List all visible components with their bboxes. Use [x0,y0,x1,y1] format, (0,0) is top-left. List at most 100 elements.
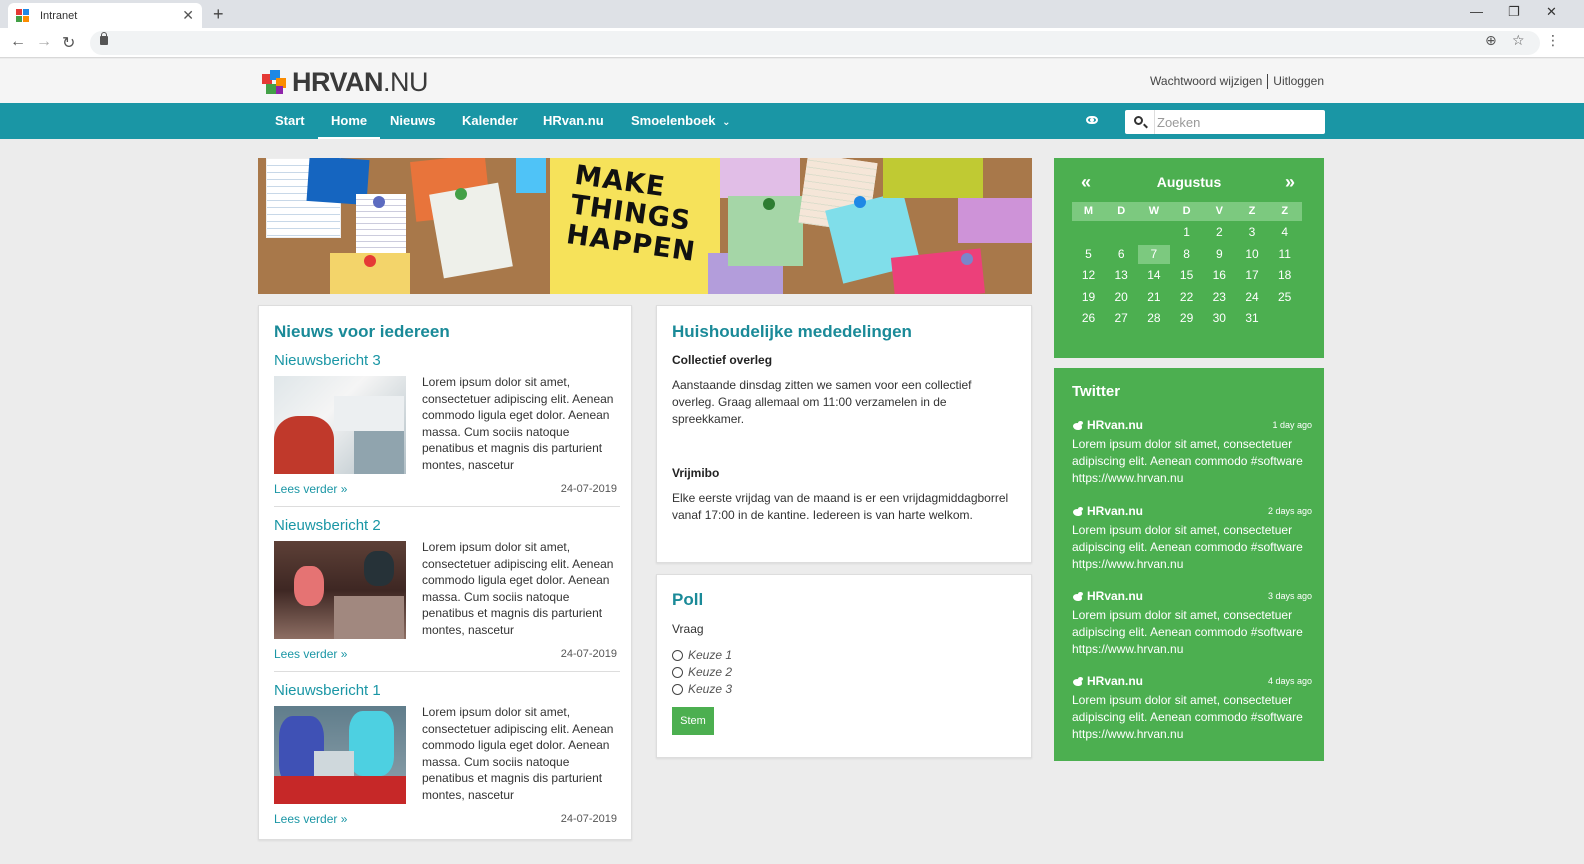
calendar-day[interactable]: 29 [1170,311,1203,325]
tweet-user[interactable]: HRvan.nu [1072,418,1143,432]
calendar-day[interactable]: 22 [1170,290,1203,304]
nav-home[interactable]: Home [318,103,381,139]
read-more-link[interactable]: Lees verder » [274,482,347,496]
calendar-weekday: M [1083,205,1094,217]
reload-icon[interactable]: ↻ [62,33,75,53]
poll-option-label: Keuze 3 [688,682,733,696]
calendar-day[interactable]: 6 [1105,247,1138,261]
calendar-day[interactable]: 24 [1236,290,1269,304]
calendar-weekday: V [1215,205,1223,217]
menu-icon[interactable]: ⋮ [1546,32,1560,49]
poll-option[interactable]: Keuze 3 [672,682,732,696]
tweet-text: Lorem ipsum dolor sit amet, consectetuer… [1072,608,1303,656]
restore-icon[interactable]: ❐ [1508,4,1520,20]
news-item-title[interactable]: Nieuwsbericht 3 [274,352,381,369]
zoom-icon[interactable]: ⊕ [1485,32,1497,49]
close-tab-icon[interactable]: ✕ [182,7,194,24]
address-bar[interactable] [90,31,1540,55]
banner-note [958,198,1032,243]
new-tab-icon[interactable]: + [213,4,224,25]
eye-icon[interactable] [1086,116,1098,124]
calendar-day[interactable]: 27 [1105,311,1138,325]
calendar-day[interactable]: 11 [1268,247,1301,261]
nav-kalender[interactable]: Kalender [462,103,518,139]
news-image[interactable] [274,706,406,804]
news-panel: Nieuws voor iedereen Nieuwsbericht 3 Lor… [258,305,632,840]
calendar-day[interactable]: 31 [1236,311,1269,325]
calendar-day[interactable]: 20 [1105,290,1138,304]
twitter-bird-icon [1072,676,1083,686]
read-more-link[interactable]: Lees verder » [274,812,347,826]
news-item-title[interactable]: Nieuwsbericht 1 [274,682,381,699]
radio-button[interactable] [672,649,683,661]
calendar-day[interactable]: 8 [1170,247,1203,261]
calendar-day[interactable]: 16 [1203,268,1236,282]
news-item-title[interactable]: Nieuwsbericht 2 [274,517,381,534]
nav-start[interactable]: Start [275,103,305,139]
nav-smoelenboek[interactable]: Smoelenboek ⌄ [631,103,731,139]
poll-title: Poll [672,590,704,609]
site-header: HRVAN.NU Wachtwoord wijzigen Uitloggen [0,59,1584,103]
poll-option[interactable]: Keuze 2 [672,665,732,679]
calendar-day[interactable]: 14 [1137,268,1170,282]
calendar-day[interactable]: 3 [1236,225,1269,239]
calendar-day[interactable]: 2 [1203,225,1236,239]
poll-panel: Poll Vraag Keuze 1 Keuze 2 Keuze 3 Stem [656,574,1032,758]
nav-nieuws[interactable]: Nieuws [390,103,436,139]
read-more-link[interactable]: Lees verder » [274,647,347,661]
chevron-down-icon: ⌄ [722,117,731,128]
back-icon[interactable]: ← [10,33,26,51]
calendar-day[interactable]: 13 [1105,268,1138,282]
site-logo[interactable]: HRVAN.NU [262,67,429,98]
twitter-bird-icon [1072,420,1083,430]
minimize-icon[interactable]: — [1470,4,1483,19]
calendar-day[interactable]: 4 [1268,225,1301,239]
divider [274,506,620,507]
search-input[interactable] [1157,112,1319,132]
calendar-day[interactable]: 5 [1072,247,1105,261]
calendar-day[interactable]: 9 [1203,247,1236,261]
calendar-day[interactable]: 28 [1137,311,1170,325]
tweet-time: 1 day ago [1272,420,1312,430]
close-window-icon[interactable]: ✕ [1546,4,1557,20]
search-button[interactable] [1125,110,1155,134]
calendar-weekday: D [1182,205,1191,217]
calendar-weekday: Z [1281,205,1289,217]
poll-question: Vraag [672,622,704,636]
forward-icon[interactable]: → [36,33,52,51]
bookmark-star-icon[interactable]: ☆ [1512,32,1525,49]
calendar-day[interactable]: 18 [1268,268,1301,282]
change-password-link[interactable]: Wachtwoord wijzigen [1150,74,1262,88]
browser-tab[interactable]: Intranet ✕ [8,3,202,28]
news-image[interactable] [274,541,406,639]
calendar-day[interactable]: 21 [1137,290,1170,304]
calendar-weekday: W [1148,205,1160,217]
calendar-day[interactable]: 26 [1072,311,1105,325]
logout-link[interactable]: Uitloggen [1273,74,1324,88]
banner-main-note: MAKE THINGS HAPPEN [550,158,720,294]
news-date: 24-07-2019 [560,813,617,825]
banner-text: MAKE THINGS HAPPEN [564,159,698,268]
calendar-day[interactable]: 23 [1203,290,1236,304]
tweet-user[interactable]: HRvan.nu [1072,589,1143,603]
radio-button[interactable] [672,683,683,695]
news-date: 24-07-2019 [560,483,617,495]
vote-button[interactable]: Stem [672,707,714,735]
tweet-user[interactable]: HRvan.nu [1072,674,1143,688]
news-image[interactable] [274,376,406,474]
calendar-day[interactable]: 7 [1137,247,1170,261]
nav-hrvan[interactable]: HRvan.nu [543,103,604,139]
calendar-day[interactable]: 12 [1072,268,1105,282]
tweet-user[interactable]: HRvan.nu [1072,504,1143,518]
calendar-day[interactable]: 17 [1236,268,1269,282]
calendar-day[interactable]: 25 [1268,290,1301,304]
calendar-day[interactable]: 10 [1236,247,1269,261]
poll-option[interactable]: Keuze 1 [672,648,732,662]
calendar-day[interactable]: 1 [1170,225,1203,239]
calendar-day[interactable]: 15 [1170,268,1203,282]
logo-mark-icon [262,69,288,96]
calendar-day[interactable]: 30 [1203,311,1236,325]
radio-button[interactable] [672,666,683,678]
calendar-day[interactable]: 19 [1072,290,1105,304]
calendar-next-button[interactable]: » [1285,172,1295,193]
